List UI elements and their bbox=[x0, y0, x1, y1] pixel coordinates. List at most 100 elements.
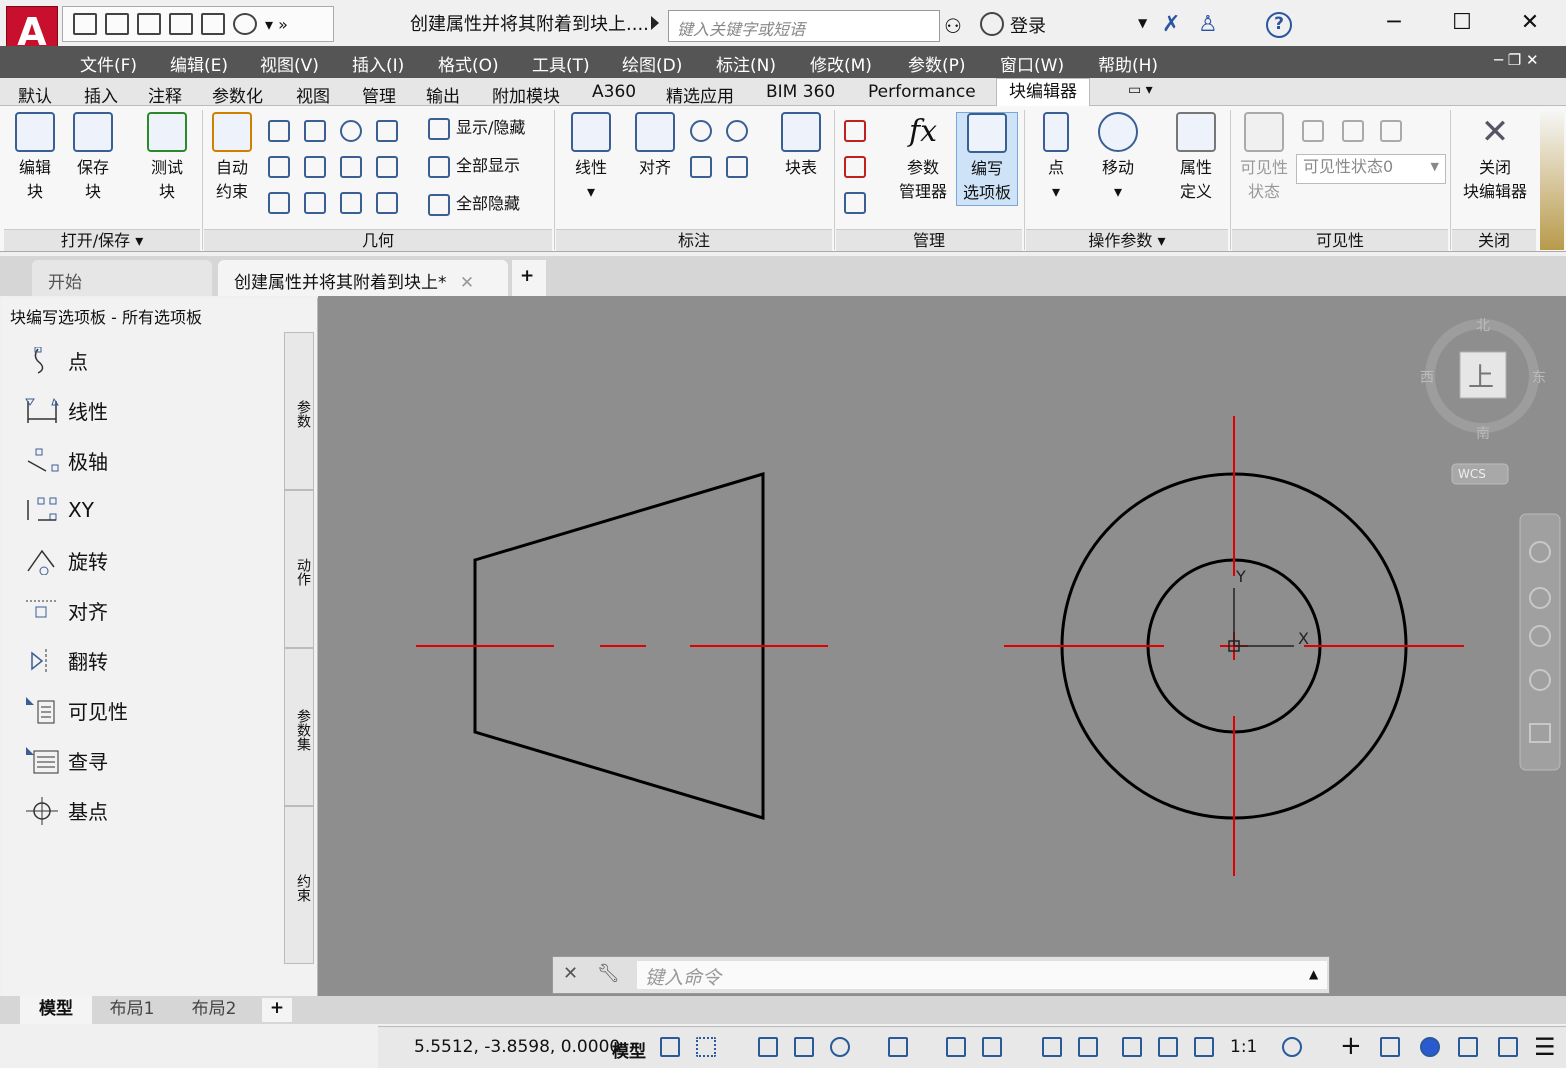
group-close-label[interactable]: 关闭 bbox=[1452, 229, 1536, 251]
tab-layout1[interactable]: 布局1 bbox=[96, 996, 168, 1024]
palette-tab-parameters[interactable]: 参数 bbox=[284, 332, 314, 490]
doc-window-controls[interactable]: ─ ❐ ✕ bbox=[1494, 51, 1539, 69]
tab-performance[interactable]: Performance bbox=[868, 82, 976, 102]
diameter-icon[interactable] bbox=[690, 156, 712, 178]
visibility-mode-icon[interactable] bbox=[1380, 120, 1402, 142]
annotation-scale-icon[interactable] bbox=[1194, 1037, 1214, 1057]
palette-tab-constraints[interactable]: 约束 bbox=[284, 806, 314, 964]
palette-item-lookup[interactable]: 查寻 bbox=[24, 746, 108, 775]
group-action-params-label[interactable]: 操作参数 ▾ bbox=[1026, 229, 1228, 251]
tab-model[interactable]: 模型 bbox=[20, 996, 92, 1024]
login-button[interactable]: 登录 bbox=[1010, 12, 1046, 38]
tab-active-drawing[interactable]: 创建属性并将其附着到块上* ✕ bbox=[218, 260, 508, 296]
concentric-icon[interactable] bbox=[340, 120, 362, 142]
vertical-icon[interactable] bbox=[376, 156, 398, 178]
tab-layout2[interactable]: 布局2 bbox=[178, 996, 250, 1024]
ortho-icon[interactable] bbox=[794, 1037, 814, 1057]
infer-constraints-icon[interactable] bbox=[758, 1037, 778, 1057]
palette-item-flip[interactable]: 翻转 bbox=[24, 646, 108, 675]
attribute-definition-button[interactable]: 属性 定义 bbox=[1168, 112, 1224, 204]
menu-modify[interactable]: 修改(M) bbox=[810, 51, 872, 76]
tab-addins[interactable]: 附加模块 bbox=[492, 82, 560, 107]
undo-icon[interactable] bbox=[233, 13, 257, 35]
menu-insert[interactable]: 插入(I) bbox=[352, 51, 404, 76]
annotation-visibility-icon[interactable] bbox=[1122, 1037, 1142, 1057]
tab-output[interactable]: 输出 bbox=[426, 82, 460, 107]
wrench-icon[interactable]: 🔧︎ bbox=[597, 963, 620, 984]
convert-icon[interactable] bbox=[726, 156, 748, 178]
navigation-bar[interactable] bbox=[1519, 513, 1561, 771]
group-geometry-label[interactable]: 几何 bbox=[204, 229, 552, 251]
print-icon[interactable] bbox=[201, 13, 225, 35]
tab-block-editor[interactable]: 块编辑器 bbox=[996, 78, 1090, 107]
group-dimension-label[interactable]: 标注 bbox=[556, 229, 832, 251]
palette-item-alignment[interactable]: 对齐 bbox=[24, 596, 108, 625]
add-layout-button[interactable]: + bbox=[262, 998, 292, 1022]
make-visible-icon[interactable] bbox=[1302, 120, 1324, 142]
tab-annotate[interactable]: 注释 bbox=[148, 82, 182, 107]
tab-start[interactable]: 开始 bbox=[32, 260, 212, 296]
save-as-icon[interactable] bbox=[169, 13, 193, 35]
tab-parametric[interactable]: 参数化 bbox=[212, 82, 263, 107]
show-hide-button[interactable]: 显示/隐藏 bbox=[428, 116, 525, 140]
plus-icon[interactable]: + bbox=[1340, 1031, 1362, 1061]
tab-a360[interactable]: A360 bbox=[592, 82, 636, 102]
menu-tools[interactable]: 工具(T) bbox=[532, 51, 590, 76]
auto-constrain-button[interactable]: 自动 约束 bbox=[206, 112, 258, 204]
cmd-history-icon[interactable]: ▲ bbox=[1309, 967, 1318, 981]
object-snap-icon[interactable] bbox=[982, 1037, 1002, 1057]
menu-format[interactable]: 格式(O) bbox=[438, 51, 499, 76]
authoring-palette-button[interactable]: 编写 选项板 bbox=[956, 112, 1018, 206]
menu-file[interactable]: 文件(F) bbox=[80, 51, 137, 76]
snap-icon[interactable] bbox=[696, 1037, 716, 1057]
menu-window[interactable]: 窗口(W) bbox=[1000, 51, 1064, 76]
edit-block-button[interactable]: 编辑 块 bbox=[8, 112, 62, 204]
binoculars-icon[interactable]: ⚇ bbox=[944, 14, 962, 38]
menu-draw[interactable]: 绘图(D) bbox=[622, 51, 682, 76]
tab-manage[interactable]: 管理 bbox=[362, 82, 396, 107]
angular-icon[interactable] bbox=[690, 120, 712, 142]
menu-parameters[interactable]: 参数(P) bbox=[908, 51, 966, 76]
delete-constraints-icon[interactable] bbox=[844, 120, 866, 142]
polar-tracking-icon[interactable] bbox=[830, 1037, 850, 1057]
menu-edit[interactable]: 编辑(E) bbox=[170, 51, 228, 76]
palette-item-linear[interactable]: 线性 bbox=[24, 396, 108, 425]
save-block-button[interactable]: 保存 块 bbox=[66, 112, 120, 204]
palette-tab-actions[interactable]: 动作 bbox=[284, 490, 314, 648]
group-manage-label[interactable]: 管理 bbox=[836, 229, 1022, 251]
model-space-button[interactable]: 模型 bbox=[612, 1037, 646, 1062]
exchange-icon[interactable]: ✗ bbox=[1162, 12, 1180, 37]
palette-item-xy[interactable]: XY bbox=[24, 496, 94, 524]
menu-dimension[interactable]: 标注(N) bbox=[716, 51, 776, 76]
parallel-icon[interactable] bbox=[268, 156, 290, 178]
close-button[interactable]: ✕ bbox=[1496, 6, 1564, 40]
menu-view[interactable]: 视图(V) bbox=[260, 51, 319, 76]
object-snap-tracking-icon[interactable] bbox=[946, 1037, 966, 1057]
test-block-button[interactable]: 测试 块 bbox=[140, 112, 194, 204]
hide-all-button[interactable]: 全部隐藏 bbox=[428, 192, 520, 216]
more-icon[interactable]: ▾ » bbox=[265, 15, 288, 34]
point-param-button[interactable]: 点 ▾ bbox=[1034, 112, 1078, 204]
workspace-gear-icon[interactable] bbox=[1282, 1037, 1302, 1057]
transparency-icon[interactable] bbox=[1078, 1037, 1098, 1057]
auto-scale-icon[interactable] bbox=[1158, 1037, 1178, 1057]
symmetric-icon[interactable] bbox=[340, 192, 362, 214]
minimize-button[interactable]: ─ bbox=[1360, 6, 1428, 40]
palette-item-rotation[interactable]: 旋转 bbox=[24, 546, 108, 575]
aligned-dim-button[interactable]: 对齐 bbox=[628, 112, 682, 180]
group-open-save-label[interactable]: 打开/保存 ▾ bbox=[4, 229, 200, 251]
close-block-editor-button[interactable]: ✕ 关闭 块编辑器 bbox=[1456, 112, 1534, 204]
maximize-button[interactable]: ☐ bbox=[1428, 6, 1496, 40]
customization-menu-icon[interactable]: ☰ bbox=[1534, 1033, 1556, 1061]
tab-featured-apps[interactable]: 精选应用 bbox=[666, 82, 734, 107]
isodraft-icon[interactable] bbox=[888, 1037, 908, 1057]
command-input[interactable]: 键入命令 bbox=[637, 961, 1327, 989]
coordinates-readout[interactable]: 5.5512, -3.8598, 0.0000 bbox=[414, 1037, 620, 1057]
new-icon[interactable] bbox=[73, 13, 97, 35]
block-table-button[interactable]: 块表 bbox=[774, 112, 828, 180]
tangent-icon[interactable] bbox=[268, 192, 290, 214]
save-icon[interactable] bbox=[137, 13, 161, 35]
tab-bim360[interactable]: BIM 360 bbox=[766, 82, 835, 102]
perpendicular-icon[interactable] bbox=[304, 156, 326, 178]
tab-insert[interactable]: 插入 bbox=[84, 82, 118, 107]
